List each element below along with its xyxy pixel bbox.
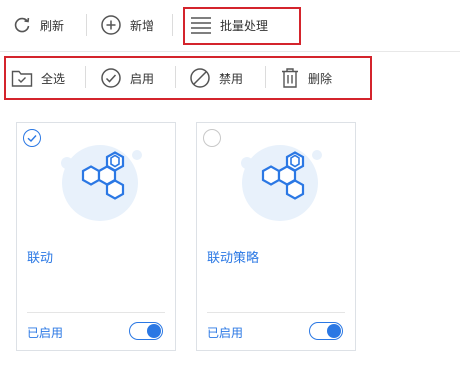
hexagon-cluster-icon <box>61 145 142 221</box>
card-title: 联动策略 <box>207 251 260 266</box>
refresh-label: 刷新 <box>40 18 65 33</box>
batch-toolbar: 全选 启用 禁用 删除 <box>0 51 460 103</box>
add-button[interactable]: 新增 <box>100 11 154 39</box>
card-status: 已启用 <box>207 326 244 340</box>
add-circle-icon <box>101 15 121 35</box>
card-divider <box>27 312 165 313</box>
highlight-box <box>4 56 372 100</box>
toggle-knob <box>327 324 341 338</box>
refresh-button[interactable]: 刷新 <box>12 11 64 39</box>
card-status: 已启用 <box>27 326 64 340</box>
hexagon-cluster-icon <box>241 145 322 221</box>
toolbar-separator <box>172 14 173 36</box>
card-divider <box>207 312 345 313</box>
add-label: 新增 <box>130 18 155 33</box>
highlight-box <box>183 7 301 45</box>
linkage-card[interactable]: 联动 已启用 <box>16 122 176 351</box>
card-title: 联动 <box>27 251 54 266</box>
enable-toggle[interactable] <box>309 322 343 340</box>
check-icon <box>27 135 37 142</box>
enable-toggle[interactable] <box>129 322 163 340</box>
main-toolbar: 刷新 新增 批量处理 <box>0 0 460 50</box>
card-select-checkbox[interactable] <box>203 129 221 147</box>
card-select-checkbox[interactable] <box>23 129 41 147</box>
refresh-icon <box>14 17 30 33</box>
toggle-knob <box>147 324 161 338</box>
linkage-strategy-card[interactable]: 联动策略 已启用 <box>196 122 356 351</box>
toolbar-separator <box>86 14 87 36</box>
